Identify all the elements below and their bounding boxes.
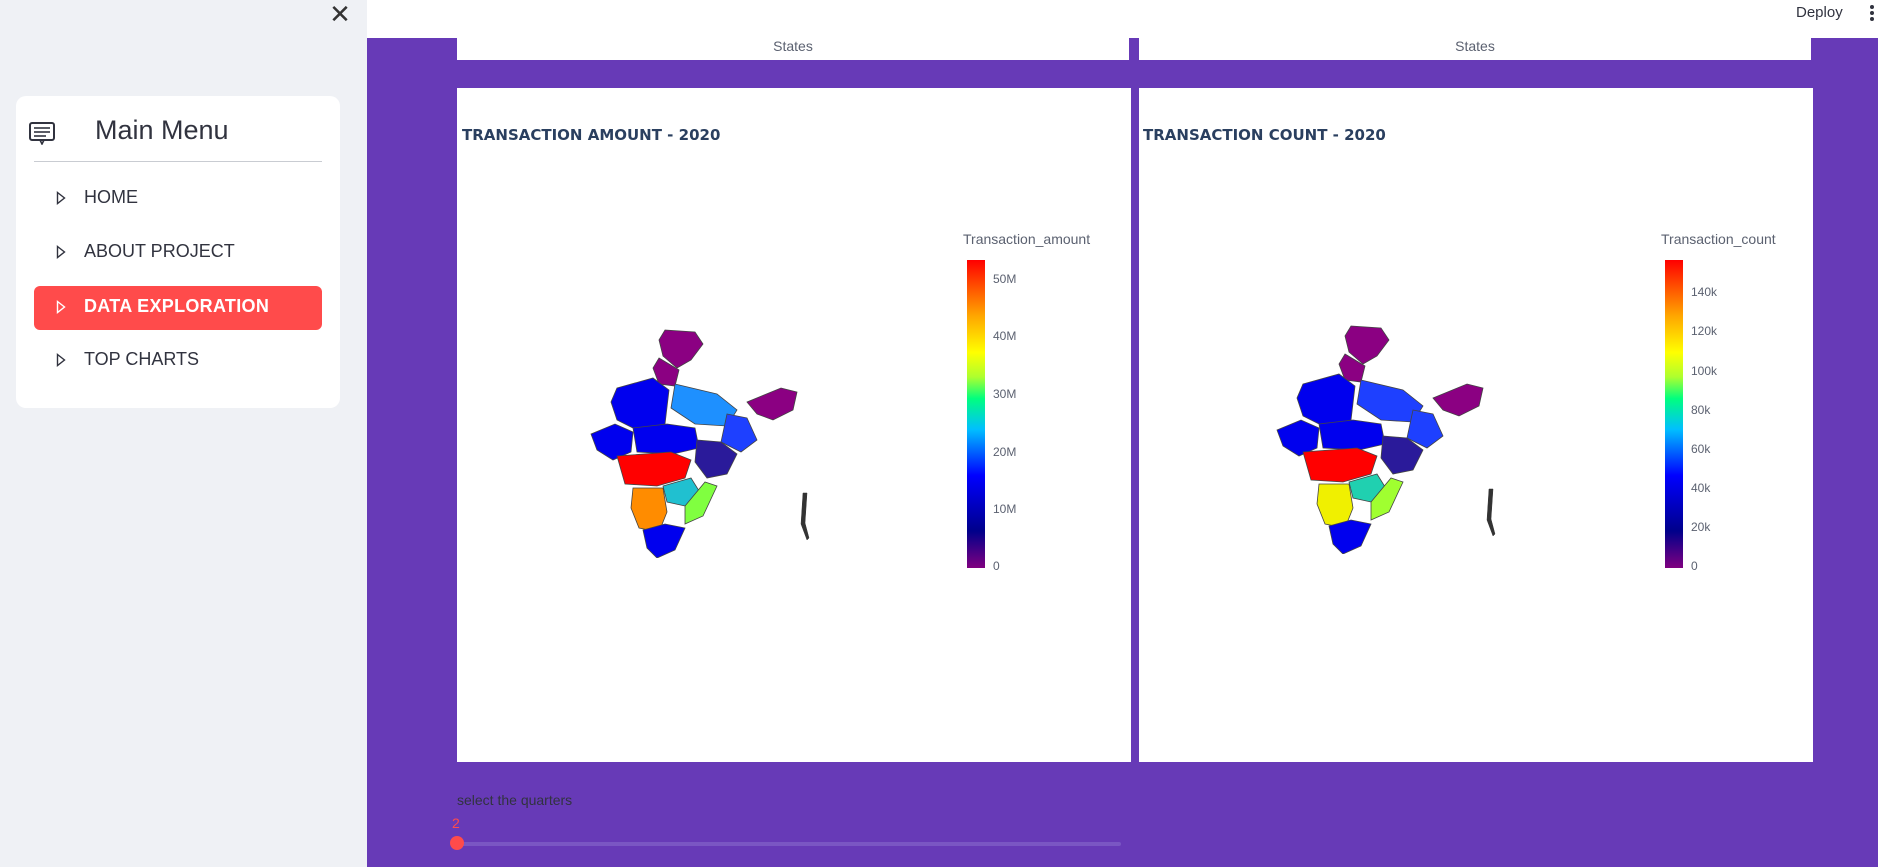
axis-label-states: States (773, 38, 813, 54)
menu-item-label: HOME (84, 187, 138, 207)
play-outline-icon (56, 353, 66, 367)
play-outline-icon (56, 300, 66, 314)
menu-item-top-charts[interactable]: TOP CHARTS (34, 339, 322, 383)
colorbar-tick: 40M (993, 329, 1017, 343)
more-options-icon[interactable] (1866, 3, 1878, 27)
transaction-amount-panel: TRANSACTION AMOUNT - 2020 Transaction_am… (457, 88, 1131, 762)
colorbar-title: Transaction_count (1661, 231, 1776, 247)
chart-bottom-strip-left: States (457, 38, 1129, 60)
list-card-icon (29, 122, 55, 145)
close-icon[interactable]: ✕ (328, 2, 352, 28)
colorbar-tick: 120k (1691, 324, 1718, 338)
slider-label: select the quarters (457, 792, 573, 808)
chart-bottom-strip-right: States (1139, 38, 1811, 60)
menu-title: Main Menu (95, 115, 229, 145)
transaction-count-panel: TRANSACTION COUNT - 2020 Transaction_cou… (1139, 88, 1813, 762)
colorbar-tick: 0 (1691, 559, 1698, 573)
colorbar-tick: 20k (1691, 520, 1711, 534)
colorbar-tick: 140k (1691, 285, 1718, 299)
chart-title: TRANSACTION AMOUNT - 2020 (462, 126, 721, 144)
colorbar (1665, 260, 1683, 568)
map-region (1276, 419, 1320, 457)
deploy-button[interactable]: Deploy (1796, 4, 1843, 21)
map-region (1486, 488, 1496, 537)
main-content: States States TRANSACTION AMOUNT - 2020 (367, 38, 1878, 867)
map-region (642, 523, 686, 558)
map-region (632, 423, 700, 455)
india-choropleth-map (590, 329, 810, 558)
play-outline-icon (56, 191, 66, 205)
menu-item-label: TOP CHARTS (84, 349, 200, 369)
top-bar (367, 0, 1878, 38)
colorbar-tick: 80k (1691, 403, 1711, 417)
map-region (1328, 519, 1372, 554)
map-region (800, 492, 810, 541)
map-region (746, 387, 798, 421)
map-region (610, 377, 670, 431)
menu-item-data-exploration[interactable]: DATA EXPLORATION (34, 286, 322, 330)
menu-item-home[interactable]: HOME (34, 177, 322, 221)
colorbar-tick: 100k (1691, 364, 1718, 378)
chart-title: TRANSACTION COUNT - 2020 (1143, 126, 1386, 144)
map-region (1432, 383, 1484, 417)
map-region (1296, 373, 1356, 427)
sidebar: ✕ Main Menu HOME ABOUT PROJECT DATA EXPL… (0, 0, 367, 867)
map-region (590, 423, 634, 461)
quarter-slider-track[interactable] (457, 842, 1121, 846)
india-choropleth-map (1276, 325, 1496, 554)
colorbar-tick: 50M (993, 272, 1017, 286)
play-outline-icon (56, 245, 66, 259)
quarter-slider-thumb[interactable] (450, 836, 464, 850)
colorbar (967, 260, 985, 568)
map-region (1318, 419, 1386, 451)
menu-item-label: DATA EXPLORATION (84, 296, 270, 316)
colorbar-title: Transaction_amount (963, 231, 1091, 247)
colorbar-tick: 10M (993, 502, 1017, 516)
menu-item-about-project[interactable]: ABOUT PROJECT (34, 231, 322, 275)
colorbar-tick: 30M (993, 387, 1017, 401)
menu-item-label: ABOUT PROJECT (84, 241, 235, 261)
colorbar-tick: 20M (993, 445, 1017, 459)
colorbar-tick: 40k (1691, 481, 1711, 495)
colorbar-tick: 0 (993, 559, 1000, 573)
axis-label-states: States (1455, 38, 1495, 54)
colorbar-tick: 60k (1691, 442, 1711, 456)
slider-value: 2 (452, 815, 460, 831)
